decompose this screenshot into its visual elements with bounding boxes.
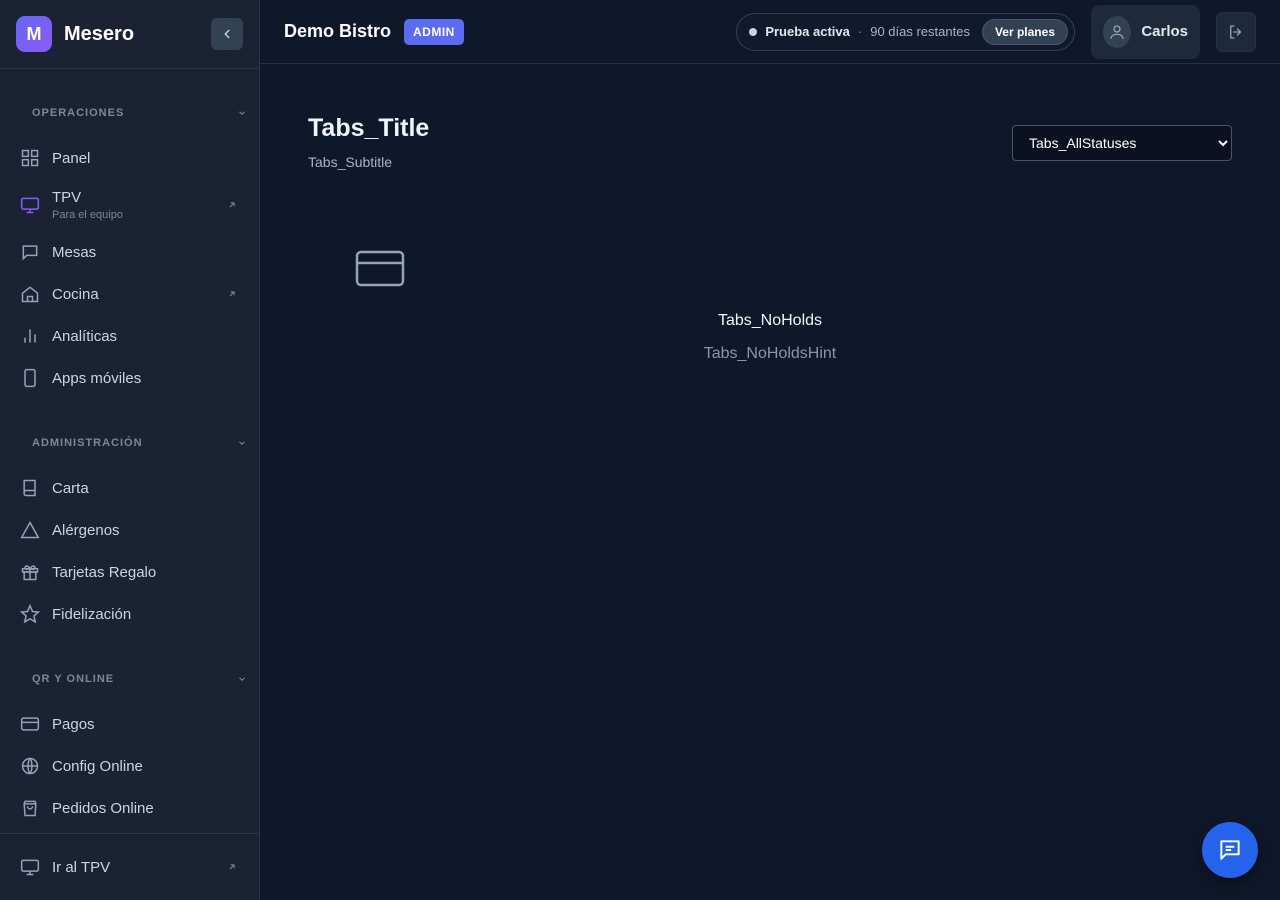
external-link-icon — [229, 291, 235, 297]
status-filter-select[interactable]: Tabs_AllStatuses — [1012, 125, 1232, 161]
chevron-down-icon — [239, 111, 245, 115]
sidebar-item-label: Apps móviles — [52, 369, 142, 387]
book-icon — [23, 479, 36, 497]
view-plans-button[interactable]: Ver planes — [981, 18, 1068, 45]
section-title: QR Y ONLINE — [32, 673, 115, 685]
external-link-icon — [229, 864, 235, 870]
chevron-down-icon — [239, 441, 245, 445]
sidebar-item-fidelizacion[interactable]: Fidelización — [0, 593, 259, 635]
chat-square-icon — [22, 245, 38, 261]
globe-icon — [21, 757, 39, 775]
sidebar-item-tpv[interactable]: TPV Para el equipo — [0, 179, 259, 231]
section-header-administracion[interactable]: ADMINISTRACIÓN — [0, 433, 259, 453]
sidebar-item-alergenos[interactable]: Alérgenos — [0, 509, 259, 551]
smartphone-icon — [24, 368, 36, 388]
shopping-bag-icon — [23, 800, 37, 817]
sidebar-item-label: Config Online — [52, 757, 143, 775]
section-header-qr-online[interactable]: QR Y ONLINE — [0, 669, 259, 689]
trial-label: Prueba activa — [765, 24, 850, 39]
status-dot-icon — [749, 27, 758, 36]
section-title: OPERACIONES — [32, 107, 125, 119]
sidebar-nav[interactable]: OPERACIONES Panel TPV Para el equipo Mes… — [0, 69, 259, 833]
empty-state-title: Tabs_NoHolds — [717, 312, 823, 329]
section-title: ADMINISTRACIÓN — [32, 437, 143, 449]
sidebar-item-panel[interactable]: Panel — [0, 137, 259, 179]
brand-name: Mesero — [64, 22, 135, 45]
logo-letter: M — [26, 23, 42, 44]
page-subtitle: Tabs_Subtitle — [308, 154, 393, 170]
sidebar-item-analiticas[interactable]: Analíticas — [0, 315, 259, 357]
trial-days-remaining: 90 días restantes — [870, 24, 970, 39]
top-bar: Demo Bistro ADMIN Prueba activa · 90 día… — [260, 0, 1280, 64]
sidebar-item-label: Analíticas — [52, 327, 118, 345]
go-to-tpv-label: Ir al TPV — [52, 858, 111, 876]
sidebar-item-label: Alérgenos — [52, 521, 120, 539]
star-icon — [20, 604, 40, 624]
credit-card-icon — [355, 250, 405, 287]
sidebar-item-tarjetas-regalo[interactable]: Tarjetas Regalo — [0, 551, 259, 593]
logo: M — [16, 16, 52, 52]
sidebar-item-label: Cocina — [52, 285, 99, 303]
external-link-icon — [229, 202, 235, 208]
sidebar-item-apps-moviles[interactable]: Apps móviles — [0, 357, 259, 399]
sidebar-item-config-online[interactable]: Config Online — [0, 745, 259, 787]
sidebar-item-label: Pedidos Online — [52, 799, 154, 817]
chat-bubble-icon — [1220, 840, 1240, 860]
empty-state-hint: Tabs_NoHoldsHint — [703, 345, 837, 362]
collapse-sidebar-button[interactable] — [211, 18, 243, 50]
sidebar-footer: Ir al TPV — [0, 833, 259, 900]
sidebar-item-pedidos-online[interactable]: Pedidos Online — [0, 787, 259, 829]
monitor-icon — [20, 197, 40, 214]
chat-support-button[interactable] — [1202, 822, 1258, 878]
chevron-left-icon — [224, 29, 230, 39]
warning-triangle-icon — [20, 520, 40, 539]
sidebar-item-cocina[interactable]: Cocina — [0, 273, 259, 315]
logout-icon — [1230, 24, 1242, 39]
restaurant-name: Demo Bistro — [284, 21, 392, 41]
sidebar-item-label: Fidelización — [52, 605, 132, 623]
grid-icon — [21, 149, 39, 167]
home-icon — [21, 286, 39, 303]
sidebar-item-label: Pagos — [52, 715, 95, 733]
brand-header: M Mesero — [0, 0, 259, 69]
chevron-down-icon — [239, 677, 245, 681]
monitor-icon — [20, 859, 40, 876]
trial-status: Prueba activa · 90 días restantes Ver pl… — [736, 12, 1075, 51]
user-name: Carlos — [1141, 23, 1188, 40]
bar-chart-icon — [24, 329, 36, 343]
sidebar-item-pagos[interactable]: Pagos — [0, 703, 259, 745]
sidebar: M Mesero OPERACIONES Panel TPV Para el e… — [0, 0, 260, 900]
logout-button[interactable] — [1216, 11, 1256, 52]
sidebar-item-label: Tarjetas Regalo — [52, 563, 157, 581]
sidebar-item-mesas[interactable]: Mesas — [0, 231, 259, 273]
page-title: Tabs_Title — [308, 114, 430, 142]
sidebar-item-label: TPV — [52, 189, 82, 206]
sidebar-item-label: Carta — [52, 479, 89, 497]
sidebar-item-carta[interactable]: Carta — [0, 467, 259, 509]
trial-separator: · — [857, 24, 863, 39]
go-to-tpv-link[interactable]: Ir al TPV — [0, 846, 259, 888]
user-icon — [1110, 24, 1124, 39]
avatar — [1103, 15, 1132, 48]
gift-icon — [21, 565, 39, 581]
sidebar-item-label: Mesas — [52, 243, 97, 261]
section-header-operaciones[interactable]: OPERACIONES — [0, 103, 259, 123]
credit-card-icon — [20, 717, 40, 731]
role-badge: ADMIN — [404, 18, 464, 45]
sidebar-item-label: Panel — [52, 149, 91, 167]
user-menu-button[interactable]: Carlos — [1091, 4, 1200, 59]
sidebar-item-sublabel: Para el equipo — [52, 209, 123, 221]
